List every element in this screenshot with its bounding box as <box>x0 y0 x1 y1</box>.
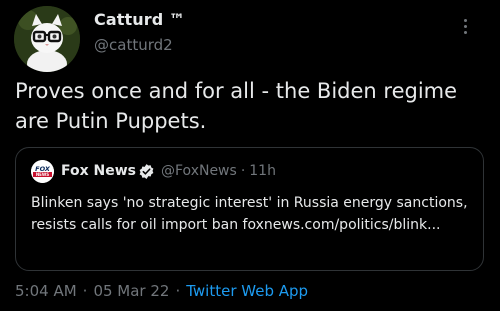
fox-news-logo-icon: FOX NEWS <box>31 160 54 183</box>
tweet-date[interactable]: 05 Mar 22 <box>93 282 169 300</box>
tweet-source-link[interactable]: Twitter Web App <box>186 282 308 300</box>
footer-separator: · <box>82 282 88 300</box>
tweet-text: Proves once and for all - the Biden regi… <box>15 79 458 133</box>
footer-separator-2: · <box>175 282 181 300</box>
avatar[interactable] <box>14 6 80 72</box>
quoted-handle: @FoxNews <box>161 163 237 179</box>
quoted-tweet-text: Blinken says 'no strategic interest' in … <box>31 195 468 233</box>
verified-badge-icon <box>138 163 155 180</box>
meta-separator: · <box>240 163 246 179</box>
quoted-display-name: Fox News <box>61 163 136 179</box>
quoted-meta: @FoxNews · 11h <box>161 163 276 179</box>
more-options-icon[interactable] <box>454 14 478 38</box>
tweet-time[interactable]: 5:04 AM <box>15 282 77 300</box>
cat-with-glasses-avatar-icon <box>14 6 80 72</box>
tweet-footer: 5:04 AM · 05 Mar 22 · Twitter Web App <box>15 282 308 300</box>
quoted-age: 11h <box>249 163 276 179</box>
svg-text:NEWS: NEWS <box>36 172 49 177</box>
quoted-tweet[interactable]: FOX NEWS Fox News @FoxNews · 11h Blinken s… <box>15 147 484 271</box>
author-handle[interactable]: @catturd2 <box>94 36 173 54</box>
author-display-name[interactable]: Catturd ™ <box>94 10 185 29</box>
tweet: Catturd ™ @catturd2 Proves once and for … <box>0 0 500 311</box>
